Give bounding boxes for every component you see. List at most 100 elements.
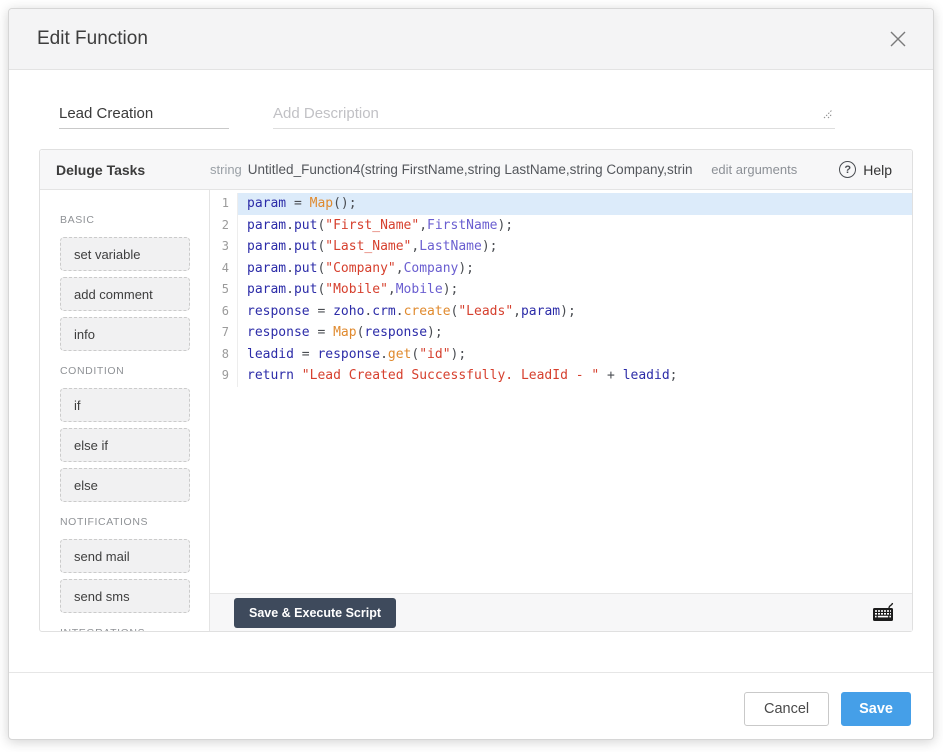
code-token: = <box>294 347 317 362</box>
code-token: leadid <box>623 368 670 383</box>
code-token: create <box>404 304 451 319</box>
code-token: "Last_Name" <box>325 239 411 254</box>
code-line: 4param.put("Company",Company); <box>210 258 912 280</box>
code-line-content: response = Map(response); <box>238 322 912 344</box>
code-token: . <box>286 282 294 297</box>
code-line: 7response = Map(response); <box>210 322 912 344</box>
code-token: Mobile <box>396 282 443 297</box>
code-line: 6response = zoho.crm.create("Leads",para… <box>210 301 912 323</box>
sidebar-item-set-variable[interactable]: set variable <box>60 237 190 271</box>
code-line-content: return "Lead Created Successfully. LeadI… <box>238 365 912 387</box>
code-line-content: param = Map(); <box>238 193 912 215</box>
deluge-tasks-panel: Deluge Tasks string Untitled_Function4(s… <box>39 149 913 632</box>
code-token: return <box>247 368 302 383</box>
code-token: Map <box>333 325 356 340</box>
dialog-titlebar: Edit Function <box>9 9 933 70</box>
line-number: 8 <box>210 344 238 366</box>
code-token: param <box>247 239 286 254</box>
code-token: "Company" <box>325 261 395 276</box>
sidebar-item-if[interactable]: if <box>60 388 190 422</box>
code-token: Company <box>404 261 459 276</box>
code-line-content: param.put("First_Name",FirstName); <box>238 215 912 237</box>
code-line: 5param.put("Mobile",Mobile); <box>210 279 912 301</box>
edit-arguments-link[interactable]: edit arguments <box>711 162 797 177</box>
code-line: 1param = Map(); <box>210 193 912 215</box>
code-token: crm <box>372 304 395 319</box>
code-token: ); <box>560 304 576 319</box>
help-label: Help <box>863 162 892 178</box>
cancel-button[interactable]: Cancel <box>744 692 829 726</box>
code-token: . <box>396 304 404 319</box>
code-line-content: param.put("Mobile",Mobile); <box>238 279 912 301</box>
code-token: , <box>396 261 404 276</box>
code-token: "Leads" <box>458 304 513 319</box>
sidebar-item-send-sms[interactable]: send sms <box>60 579 190 613</box>
code-token: LastName <box>419 239 482 254</box>
code-token: , <box>419 218 427 233</box>
keyboard-shortcuts-icon[interactable] <box>870 601 896 625</box>
code-token: param <box>247 282 286 297</box>
task-sidebar: BASIC set variable add comment info CONDITIO… <box>40 190 210 631</box>
code-token: ); <box>451 347 467 362</box>
code-line: 8leadid = response.get("id"); <box>210 344 912 366</box>
code-token: param <box>247 261 286 276</box>
code-token: response <box>247 304 310 319</box>
code-token: put <box>294 218 317 233</box>
line-number: 1 <box>210 193 238 215</box>
code-token: . <box>380 347 388 362</box>
sidebar-item-add-comment[interactable]: add comment <box>60 277 190 311</box>
code-token: "Lead Created Successfully. LeadId - " <box>302 368 599 383</box>
sidebar-section-label: CONDITION <box>60 365 191 377</box>
line-number: 2 <box>210 215 238 237</box>
code-token: response <box>364 325 427 340</box>
code-line-content: response = zoho.crm.create("Leads",param… <box>238 301 912 323</box>
code-token: , <box>513 304 521 319</box>
sidebar-item-else-if[interactable]: else if <box>60 428 190 462</box>
code-token: ); <box>427 325 443 340</box>
description-wrap <box>273 99 835 129</box>
code-token: ; <box>670 368 678 383</box>
code-token: , <box>388 282 396 297</box>
save-button[interactable]: Save <box>841 692 911 726</box>
editor-bottom-bar: Save & Execute Script <box>210 593 912 631</box>
line-number: 9 <box>210 365 238 387</box>
code-line-content: param.put("Last_Name",LastName); <box>238 236 912 258</box>
code-area[interactable]: 1param = Map();2param.put("First_Name",F… <box>210 190 912 593</box>
code-token: . <box>286 218 294 233</box>
code-token: = <box>310 325 333 340</box>
code-token: param <box>521 304 560 319</box>
code-token: get <box>388 347 411 362</box>
code-token: zoho <box>333 304 364 319</box>
code-token: param <box>247 218 286 233</box>
panel-header: Deluge Tasks string Untitled_Function4(s… <box>40 150 912 190</box>
close-icon[interactable] <box>887 28 909 50</box>
help-button[interactable]: ? Help <box>839 161 892 178</box>
save-execute-button[interactable]: Save & Execute Script <box>234 598 396 628</box>
line-number: 6 <box>210 301 238 323</box>
code-token: + <box>599 368 622 383</box>
code-token: ); <box>443 282 459 297</box>
line-number: 4 <box>210 258 238 280</box>
code-line-content: param.put("Company",Company); <box>238 258 912 280</box>
sidebar-item-send-mail[interactable]: send mail <box>60 539 190 573</box>
sidebar-section-label: NOTIFICATIONS <box>60 516 191 528</box>
sidebar-item-else[interactable]: else <box>60 468 190 502</box>
sidebar-section-label: BASIC <box>60 214 191 226</box>
code-line-content: leadid = response.get("id"); <box>238 344 912 366</box>
code-token: Map <box>310 196 333 211</box>
sidebar-item-info[interactable]: info <box>60 317 190 351</box>
code-token: response <box>247 325 310 340</box>
line-number: 7 <box>210 322 238 344</box>
description-input[interactable] <box>273 99 835 129</box>
panel-title: Deluge Tasks <box>40 162 210 178</box>
help-icon: ? <box>839 161 856 178</box>
code-token: ); <box>458 261 474 276</box>
function-name-input[interactable] <box>59 99 229 129</box>
resize-handle-icon[interactable] <box>823 106 833 124</box>
code-token: put <box>294 261 317 276</box>
code-token: "id" <box>419 347 450 362</box>
line-number: 3 <box>210 236 238 258</box>
code-line: 2param.put("First_Name",FirstName); <box>210 215 912 237</box>
code-token: ); <box>482 239 498 254</box>
dialog-title: Edit Function <box>37 28 887 50</box>
